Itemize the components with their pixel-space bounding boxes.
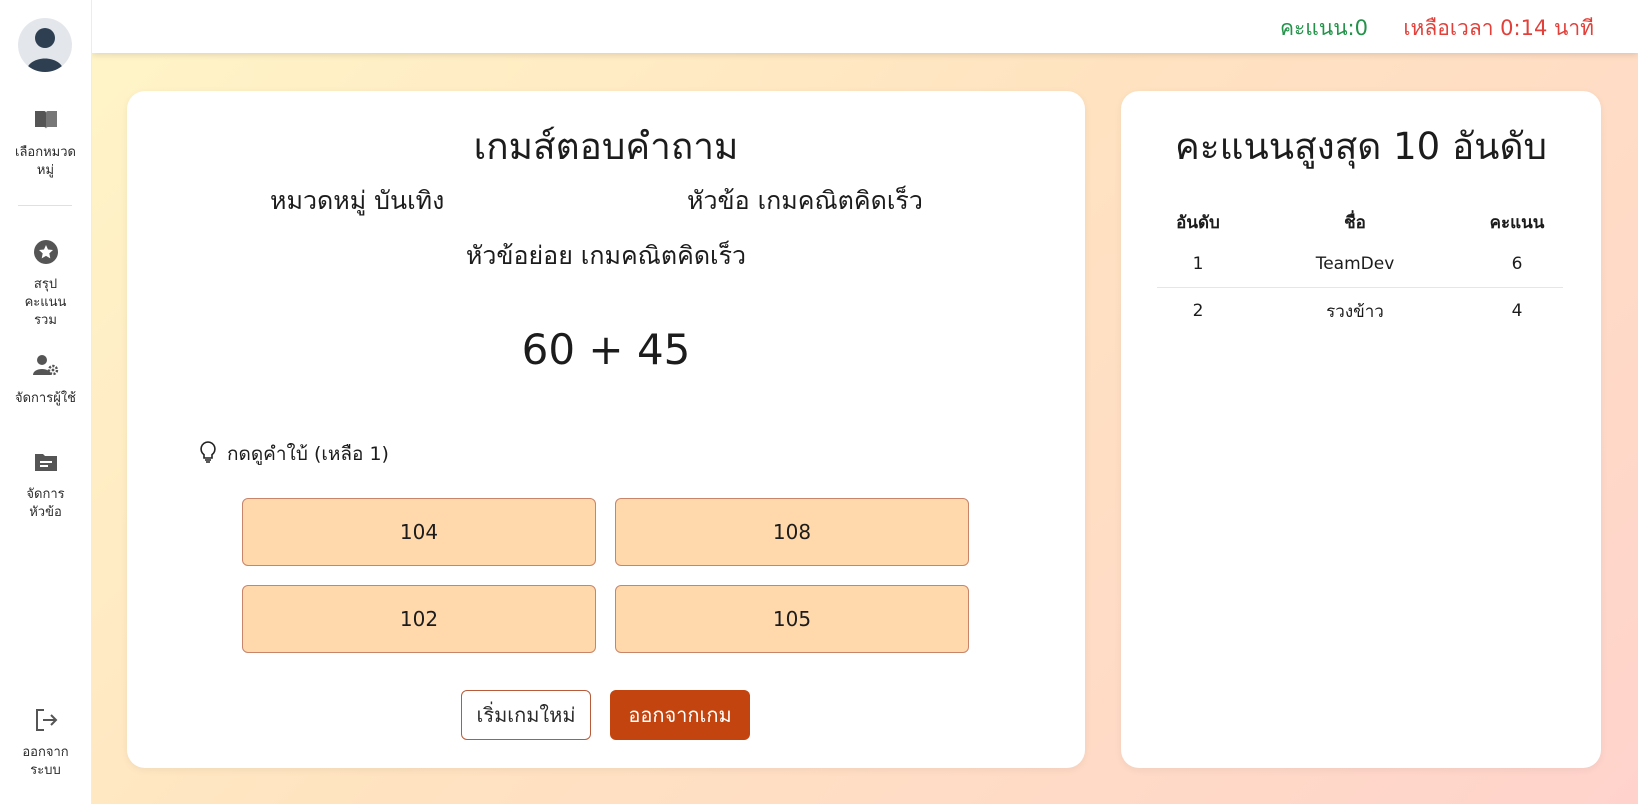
answer-option-1[interactable]: 104 (242, 498, 596, 566)
logout-label: ออกจากระบบ (22, 745, 69, 778)
avatar[interactable] (18, 18, 72, 72)
sidebar-divider (18, 205, 72, 206)
timer-display: เหลือเวลา 0:14 นาที (1403, 16, 1594, 40)
sidebar-item-manage-users[interactable]: จัดการผู้ใช้ (0, 352, 91, 408)
logout-icon (32, 706, 60, 734)
game-title: เกมส์ตอบคำถาม (473, 125, 739, 168)
name-cell: TeamDev (1315, 254, 1395, 274)
sidebar-item-manage-topics[interactable]: จัดการหัวข้อ (0, 448, 91, 522)
user-settings-icon (32, 352, 60, 380)
column-header-score: คะแนน (1489, 212, 1545, 233)
table-row: 2 รวงข้าว 4 (1157, 287, 1563, 334)
topic-label: หัวข้อ เกมคณิตคิดเร็ว (687, 186, 923, 215)
leaderboard-table: อันดับ ชื่อ คะแนน 1 TeamDev 6 2 รวงข้าว … (1157, 203, 1563, 334)
lightbulb-icon (199, 440, 217, 468)
game-card: เกมส์ตอบคำถาม หมวดหมู่ บันเทิง หัวข้อ เก… (127, 91, 1085, 768)
table-header-row: อันดับ ชื่อ คะแนน (1157, 203, 1563, 241)
score-cell: 6 (1511, 254, 1523, 274)
column-header-name: ชื่อ (1344, 212, 1366, 233)
column-header-rank: อันดับ (1176, 212, 1220, 233)
rank-cell: 2 (1157, 287, 1239, 334)
sidebar-item-label: เลือกหมวดหมู่ (15, 145, 76, 178)
top-bar: คะแนน:0 เหลือเวลา 0:14 นาที (92, 0, 1638, 53)
name-cell: รวงข้าว (1239, 287, 1471, 334)
restart-game-button[interactable]: เริ่มเกมใหม่ (461, 690, 591, 740)
answer-option-3[interactable]: 102 (242, 585, 596, 653)
answer-option-2[interactable]: 108 (615, 498, 969, 566)
sidebar-item-label: สรุปคะแนนรวม (24, 277, 67, 328)
leaderboard-title: คะแนนสูงสุด 10 อันดับ (1175, 125, 1547, 168)
hint-button[interactable]: กดดูคำใบ้ (เหลือ 1) (199, 439, 389, 469)
sidebar-item-label: จัดการหัวข้อ (26, 487, 65, 520)
star-badge-icon (32, 238, 60, 266)
table-row: 1 TeamDev 6 (1157, 241, 1563, 288)
answer-option-4[interactable]: 105 (615, 585, 969, 653)
folder-icon (32, 448, 60, 476)
sidebar-item-label: จัดการผู้ใช้ (14, 391, 76, 406)
logout-button[interactable]: ออกจากระบบ (0, 706, 91, 780)
sidebar-item-score-summary[interactable]: สรุปคะแนนรวม (0, 238, 91, 330)
sidebar-item-select-category[interactable]: เลือกหมวดหมู่ (0, 106, 91, 180)
user-avatar-icon (26, 28, 64, 72)
hint-label: กดดูคำใบ้ (เหลือ 1) (227, 443, 389, 465)
leaderboard-card: คะแนนสูงสุด 10 อันดับ อันดับ ชื่อ คะแนน … (1121, 91, 1601, 768)
rank-cell: 1 (1192, 254, 1204, 274)
book-icon (32, 106, 60, 134)
subtopic-label: หัวข้อย่อย เกมคณิตคิดเร็ว (465, 241, 747, 270)
question-text: 60 + 45 (521, 325, 691, 374)
sidebar: เลือกหมวดหมู่ สรุปคะแนนรวม จัดการผู้ใช้ (0, 0, 92, 804)
score-cell: 4 (1471, 287, 1563, 334)
exit-game-button[interactable]: ออกจากเกม (610, 690, 750, 740)
category-label: หมวดหมู่ บันเทิง (270, 186, 445, 215)
score-display: คะแนน:0 (1279, 16, 1368, 40)
